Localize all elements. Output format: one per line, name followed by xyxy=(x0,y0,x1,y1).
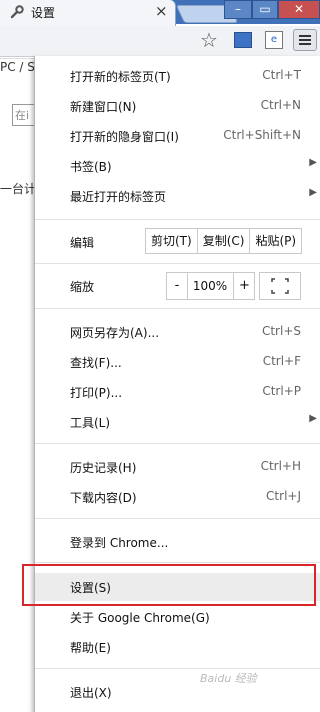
menu-item-help[interactable]: 帮助(E) xyxy=(35,633,320,661)
chrome-menu-button[interactable] xyxy=(293,29,317,51)
annotation-highlight-box xyxy=(22,564,316,606)
cut-button[interactable]: 剪切(T) xyxy=(146,229,198,253)
menu-item-print[interactable]: 打印(P)... Ctrl+P xyxy=(35,378,320,406)
menu-item-new-tab[interactable]: 打开新的标签页(T) Ctrl+T xyxy=(35,62,320,90)
menu-item-incognito[interactable]: 打开新的隐身窗口(I) Ctrl+Shift+N xyxy=(35,122,320,150)
tab-settings[interactable]: 设置 × xyxy=(0,0,176,26)
fullscreen-button[interactable] xyxy=(259,272,301,300)
fullscreen-icon xyxy=(271,278,289,294)
menu-separator xyxy=(35,562,320,563)
menu-item-find[interactable]: 查找(F)... Ctrl+F xyxy=(35,348,320,376)
menu-separator xyxy=(35,668,320,669)
extension-icon[interactable] xyxy=(234,32,252,48)
edit-button-group: 剪切(T) 复制(C) 粘贴(P) xyxy=(145,228,303,254)
menu-separator xyxy=(35,443,320,444)
submenu-arrow-icon: ▶ xyxy=(309,157,317,168)
close-window-button[interactable]: ✕ xyxy=(278,0,320,19)
hamburger-icon xyxy=(299,35,311,37)
maximize-button[interactable]: ▭ xyxy=(252,0,278,19)
ie-tab-icon[interactable]: e xyxy=(265,31,283,49)
menu-item-bookmarks[interactable]: 书签(B) ▶ xyxy=(35,152,320,180)
zoom-control: - 100% + xyxy=(166,272,255,300)
chrome-main-menu: 打开新的标签页(T) Ctrl+T 新建窗口(N) Ctrl+N 打开新的隐身窗… xyxy=(34,56,320,712)
tab-title: 设置 xyxy=(31,6,56,20)
paste-button[interactable]: 粘贴(P) xyxy=(250,229,301,253)
wrench-icon xyxy=(10,5,24,19)
zoom-level: 100% xyxy=(192,279,228,293)
minimize-button[interactable]: – xyxy=(224,0,252,19)
page-text: 一台计 xyxy=(0,182,37,196)
menu-item-new-window[interactable]: 新建窗口(N) Ctrl+N xyxy=(35,92,320,120)
tab-close-icon[interactable]: × xyxy=(155,2,168,20)
copy-button[interactable]: 复制(C) xyxy=(198,229,251,253)
zoom-out-button[interactable]: - xyxy=(167,273,188,299)
menu-item-exit[interactable]: 退出(X) xyxy=(35,678,320,706)
bookmark-star-icon[interactable]: ☆ xyxy=(200,28,218,52)
menu-separator xyxy=(35,263,320,264)
menu-item-save-as[interactable]: 网页另存为(A)... Ctrl+S xyxy=(35,318,320,346)
menu-item-downloads[interactable]: 下载内容(D) Ctrl+J xyxy=(35,483,320,511)
watermark: Baidu 经验 xyxy=(200,672,257,685)
menu-item-about[interactable]: 关于 Google Chrome(G) xyxy=(35,603,320,631)
menu-item-recent-tabs[interactable]: 最近打开的标签页 ▶ xyxy=(35,182,320,210)
toolbar: ☆ e xyxy=(0,26,320,57)
zoom-in-button[interactable]: + xyxy=(233,273,255,299)
menu-item-history[interactable]: 历史记录(H) Ctrl+H xyxy=(35,453,320,481)
menu-item-signin[interactable]: 登录到 Chrome... xyxy=(35,528,320,556)
submenu-arrow-icon: ▶ xyxy=(309,187,317,198)
menu-item-tools[interactable]: 工具(L) ▶ xyxy=(35,408,320,436)
menu-separator xyxy=(35,308,320,309)
menu-separator xyxy=(35,219,320,220)
submenu-arrow-icon: ▶ xyxy=(309,413,317,424)
menu-separator xyxy=(35,518,320,519)
